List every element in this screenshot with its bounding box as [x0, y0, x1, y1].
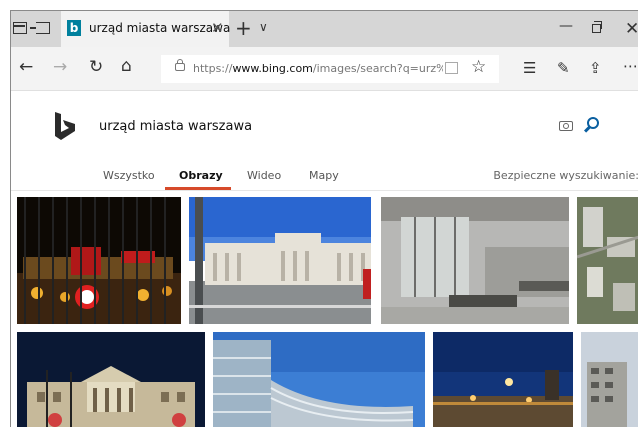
- tab-dropdown-icon[interactable]: ∨: [259, 20, 268, 34]
- image-result[interactable]: [577, 197, 638, 324]
- favorites-icon[interactable]: ☰: [523, 59, 536, 77]
- lock-icon: [175, 59, 185, 71]
- close-icon[interactable]: ✕: [211, 19, 224, 37]
- image-result[interactable]: [189, 197, 371, 324]
- tab-mapy[interactable]: Mapy: [309, 169, 339, 182]
- url-text: https://www.bing.com/images/search?q=urz…: [193, 62, 443, 75]
- image-result[interactable]: [17, 197, 181, 324]
- search-icon[interactable]: [587, 117, 599, 129]
- navigation-bar: ← → ↻ ⌂ https://www.bing.com/images/sear…: [11, 47, 638, 91]
- tab-aside-icon[interactable]: [30, 22, 50, 34]
- tab-title: urząd miasta warszawa: [89, 21, 231, 35]
- tab-preview-icon[interactable]: [13, 22, 27, 34]
- search-box: [89, 109, 611, 143]
- image-result[interactable]: [433, 332, 573, 427]
- tab-wszystko[interactable]: Wszystko: [103, 169, 155, 182]
- refresh-icon[interactable]: ↻: [89, 57, 103, 77]
- safesearch-label[interactable]: Bezpieczne wyszukiwanie:: [493, 169, 638, 182]
- search-input[interactable]: [89, 109, 611, 143]
- home-icon[interactable]: ⌂: [121, 56, 132, 76]
- maximize-icon[interactable]: [592, 21, 602, 33]
- image-result[interactable]: [581, 332, 638, 427]
- camera-icon[interactable]: [559, 121, 573, 131]
- reading-view-icon[interactable]: [445, 62, 458, 74]
- minimize-icon[interactable]: —: [559, 18, 573, 34]
- image-result[interactable]: [381, 197, 569, 324]
- share-icon[interactable]: ⇪: [589, 59, 602, 77]
- back-icon[interactable]: ←: [19, 57, 33, 77]
- window-close-icon[interactable]: ✕: [625, 19, 638, 39]
- tab-bing[interactable]: b urząd miasta warszawa ✕: [61, 11, 231, 47]
- bing-favicon: b: [67, 20, 81, 36]
- pen-icon[interactable]: ✎: [557, 59, 570, 77]
- tab-obrazy[interactable]: Obrazy: [179, 169, 223, 182]
- active-tab-indicator: [165, 187, 231, 190]
- star-icon[interactable]: ☆: [471, 57, 486, 77]
- browser-window: b urząd miasta warszawa ✕ + ∨ — ✕ ← → ↻ …: [10, 10, 638, 427]
- address-bar[interactable]: https://www.bing.com/images/search?q=urz…: [161, 55, 499, 83]
- image-result[interactable]: [17, 332, 205, 427]
- image-result[interactable]: [213, 332, 425, 427]
- forward-icon[interactable]: →: [53, 57, 67, 77]
- bing-logo-icon[interactable]: [53, 111, 78, 141]
- tab-bar: b urząd miasta warszawa ✕ + ∨ — ✕: [11, 11, 638, 47]
- tab-wideo[interactable]: Wideo: [247, 169, 281, 182]
- more-icon[interactable]: ⋯: [623, 57, 638, 75]
- bing-header: Wszystko Obrazy Wideo Mapy Bezpieczne wy…: [11, 91, 638, 191]
- new-tab-icon[interactable]: +: [235, 16, 252, 40]
